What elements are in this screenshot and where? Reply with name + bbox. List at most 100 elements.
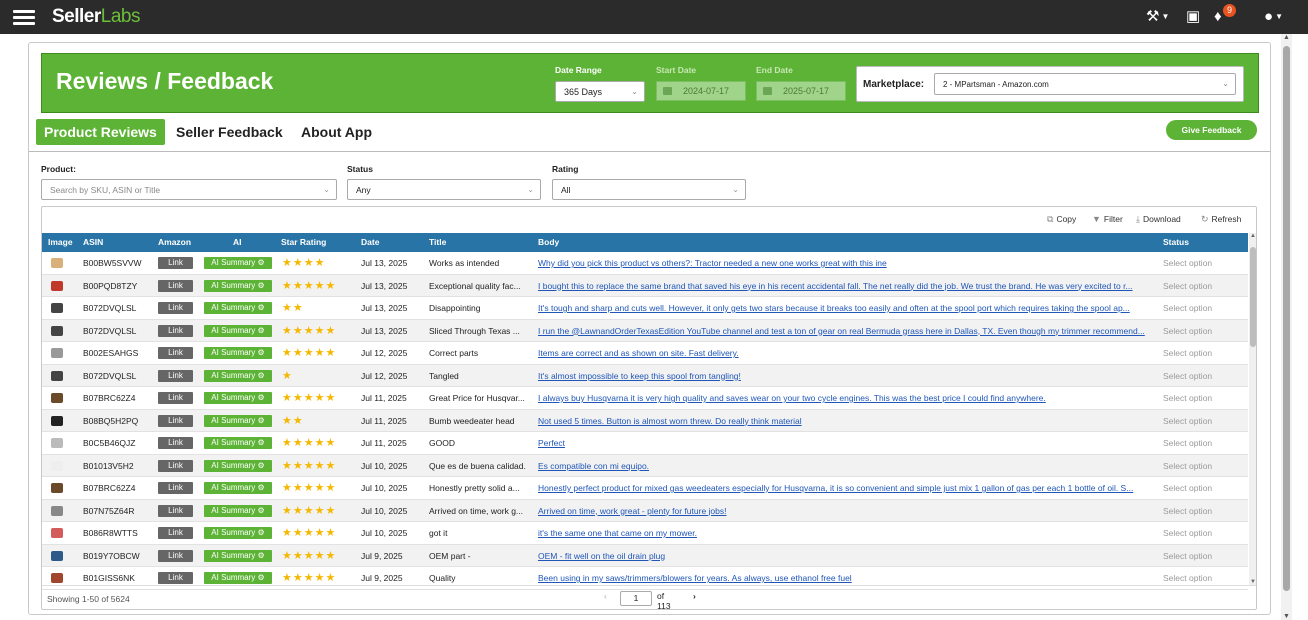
amazon-link-button[interactable]: Link bbox=[158, 549, 193, 562]
status-select[interactable]: Select option bbox=[1163, 545, 1243, 567]
status-select[interactable]: Select option bbox=[1163, 455, 1243, 477]
give-feedback-button[interactable]: Give Feedback bbox=[1166, 120, 1257, 140]
table-row[interactable]: B072DVQLSL Link AI Summary ⚙ ★ Jul 12, 2025 T… bbox=[42, 364, 1248, 387]
amazon-link-button[interactable]: Link bbox=[158, 302, 193, 314]
ai-summary-button[interactable]: AI Summary ⚙ bbox=[204, 279, 272, 292]
amazon-link-button[interactable]: Link bbox=[158, 369, 193, 382]
bell-icon[interactable]: ♦ 9 bbox=[1214, 4, 1236, 26]
table-scrollbar[interactable]: ▲ ▼ bbox=[1249, 233, 1256, 585]
table-row[interactable]: B08BQ5H2PQ Link AI Summary ⚙ ★★ Jul 11, 2025… bbox=[42, 409, 1248, 432]
amazon-link-button[interactable]: Link bbox=[158, 572, 193, 584]
ai-summary-button[interactable]: AI Summary ⚙ bbox=[204, 527, 272, 539]
amazon-link-button[interactable]: Link bbox=[158, 257, 193, 269]
body-link[interactable]: Not used 5 times. Button is almost worn … bbox=[538, 410, 1155, 432]
col-asin[interactable]: ASIN bbox=[83, 233, 103, 252]
body-link[interactable]: It's tough and sharp and cuts well. Howe… bbox=[538, 297, 1155, 319]
col-date[interactable]: Date bbox=[361, 233, 379, 252]
ai-summary-button[interactable]: AI Summary ⚙ bbox=[204, 347, 272, 359]
amazon-link-button[interactable]: Link bbox=[158, 414, 193, 427]
status-select[interactable]: Select option bbox=[1163, 252, 1243, 274]
tab-seller-feedback[interactable]: Seller Feedback bbox=[176, 119, 283, 145]
end-date-field[interactable]: 2025-07-17 bbox=[756, 81, 846, 101]
hamburger-menu-icon[interactable] bbox=[13, 10, 35, 25]
start-date-field[interactable]: 2024-07-17 bbox=[656, 81, 746, 101]
scroll-down-icon[interactable]: ▼ bbox=[1281, 613, 1292, 620]
body-link[interactable]: I always buy Husqvarna it is very high q… bbox=[538, 387, 1155, 409]
copy-button[interactable]: ⧉ Copy bbox=[1047, 214, 1076, 225]
tab-product-reviews[interactable]: Product Reviews bbox=[36, 119, 165, 145]
table-row[interactable]: B07N75Z64R Link AI Summary ⚙ ★★★★★ Jul 10, 2… bbox=[42, 499, 1248, 522]
ai-summary-button[interactable]: AI Summary ⚙ bbox=[204, 392, 272, 404]
user-key-icon[interactable]: ⚒ ▼ bbox=[1146, 8, 1169, 26]
table-row[interactable]: B00PQD8TZY Link AI Summary ⚙ ★★★★★ Jul 13, 2… bbox=[42, 274, 1248, 297]
tab-about-app[interactable]: About App bbox=[301, 119, 372, 145]
ai-summary-button[interactable]: AI Summary ⚙ bbox=[204, 302, 272, 314]
amazon-link-button[interactable]: Link bbox=[158, 279, 193, 292]
table-row[interactable]: B072DVQLSL Link AI Summary ⚙ ★★★★★ Jul 13, 2… bbox=[42, 319, 1248, 342]
col-status[interactable]: Status bbox=[1163, 233, 1189, 252]
table-row[interactable]: B07BRC62Z4 Link AI Summary ⚙ ★★★★★ Jul 10, 2… bbox=[42, 477, 1248, 500]
body-link[interactable]: It's almost impossible to keep this spoo… bbox=[538, 365, 1155, 387]
body-link[interactable]: Arrived on time, work great - plenty for… bbox=[538, 500, 1155, 522]
ai-summary-button[interactable]: AI Summary ⚙ bbox=[204, 414, 272, 427]
col-image[interactable]: Image bbox=[48, 233, 73, 252]
download-button[interactable]: ⤓ Download bbox=[1136, 214, 1181, 225]
marketplace-select[interactable]: 2 - MPartsman - Amazon.com ⌄ bbox=[934, 73, 1236, 95]
body-link[interactable]: Perfect bbox=[538, 432, 1155, 454]
status-select[interactable]: Select option bbox=[1163, 522, 1243, 544]
amazon-link-button[interactable]: Link bbox=[158, 482, 193, 494]
filter-button[interactable]: ▼ Filter bbox=[1092, 214, 1123, 224]
amazon-link-button[interactable]: Link bbox=[158, 527, 193, 539]
status-select[interactable]: Select option bbox=[1163, 432, 1243, 454]
refresh-button[interactable]: ↻ Refresh bbox=[1201, 214, 1241, 225]
body-link[interactable]: I run the @LawnandOrderTexasEdition YouT… bbox=[538, 320, 1155, 342]
status-select[interactable]: Select option bbox=[1163, 365, 1243, 387]
table-row[interactable]: B086R8WTTS Link AI Summary ⚙ ★★★★★ Jul 10, 2… bbox=[42, 522, 1248, 545]
user-avatar-icon[interactable]: ● ▼ bbox=[1264, 8, 1283, 26]
page-number-input[interactable]: 1 bbox=[620, 591, 652, 606]
scroll-up-icon[interactable]: ▲ bbox=[1249, 233, 1256, 239]
amazon-link-button[interactable]: Link bbox=[158, 392, 193, 404]
amazon-link-button[interactable]: Link bbox=[158, 324, 193, 337]
body-link[interactable]: it's the same one that came on my mower. bbox=[538, 522, 1155, 544]
ai-summary-button[interactable]: AI Summary ⚙ bbox=[204, 504, 272, 517]
amazon-link-button[interactable]: Link bbox=[158, 437, 193, 449]
body-link[interactable]: Why did you pick this product vs others?… bbox=[538, 252, 1155, 274]
table-row[interactable]: B01013V5H2 Link AI Summary ⚙ ★★★★★ Jul 10, 2… bbox=[42, 454, 1248, 477]
col-amazon[interactable]: Amazon bbox=[158, 233, 191, 252]
status-select[interactable]: Select option bbox=[1163, 297, 1243, 319]
sellerlabs-logo[interactable]: SellerLabs bbox=[52, 6, 140, 28]
ai-summary-button[interactable]: AI Summary ⚙ bbox=[204, 324, 272, 337]
body-link[interactable]: I bought this to replace the same brand … bbox=[538, 275, 1155, 297]
table-row[interactable]: B00BW5SVVW Link AI Summary ⚙ ★★★★ Jul 13, 20… bbox=[42, 252, 1248, 275]
prev-page-icon[interactable]: ‹ bbox=[604, 591, 607, 601]
body-link[interactable]: Honestly perfect product for mixed gas w… bbox=[538, 477, 1155, 499]
body-link[interactable]: Items are correct and as shown on site. … bbox=[538, 342, 1155, 364]
table-row[interactable]: B019Y7OBCW Link AI Summary ⚙ ★★★★★ Jul 9, 20… bbox=[42, 544, 1248, 567]
body-link[interactable]: OEM - fit well on the oil drain plug bbox=[538, 545, 1155, 567]
table-row[interactable]: B0C5B46QJZ Link AI Summary ⚙ ★★★★★ Jul 11, 2… bbox=[42, 432, 1248, 455]
status-select[interactable]: Select option bbox=[1163, 342, 1243, 364]
status-filter-select[interactable]: Any ⌄ bbox=[347, 179, 541, 200]
ai-summary-button[interactable]: AI Summary ⚙ bbox=[204, 459, 272, 472]
body-link[interactable]: Es compatible con mi equipo. bbox=[538, 455, 1155, 477]
ai-summary-button[interactable]: AI Summary ⚙ bbox=[204, 369, 272, 382]
table-row[interactable]: B07BRC62Z4 Link AI Summary ⚙ ★★★★★ Jul 11, 2… bbox=[42, 387, 1248, 410]
page-scrollbar-thumb[interactable] bbox=[1283, 46, 1290, 591]
amazon-link-button[interactable]: Link bbox=[158, 504, 193, 517]
amazon-link-button[interactable]: Link bbox=[158, 459, 193, 472]
amazon-link-button[interactable]: Link bbox=[158, 347, 193, 359]
table-row[interactable]: B002ESAHGS Link AI Summary ⚙ ★★★★★ Jul 12, 2… bbox=[42, 342, 1248, 365]
table-scrollbar-thumb[interactable] bbox=[1250, 247, 1256, 347]
rating-filter-select[interactable]: All ⌄ bbox=[552, 179, 746, 200]
status-select[interactable]: Select option bbox=[1163, 410, 1243, 432]
col-body[interactable]: Body bbox=[538, 233, 559, 252]
ai-summary-button[interactable]: AI Summary ⚙ bbox=[204, 482, 272, 494]
ai-summary-button[interactable]: AI Summary ⚙ bbox=[204, 549, 272, 562]
status-select[interactable]: Select option bbox=[1163, 320, 1243, 342]
col-title[interactable]: Title bbox=[429, 233, 446, 252]
status-select[interactable]: Select option bbox=[1163, 477, 1243, 499]
next-page-icon[interactable]: › bbox=[693, 591, 696, 601]
col-star-rating[interactable]: Star Rating bbox=[281, 233, 326, 252]
product-search-input[interactable]: Search by SKU, ASIN or Title ⌄ bbox=[41, 179, 337, 200]
